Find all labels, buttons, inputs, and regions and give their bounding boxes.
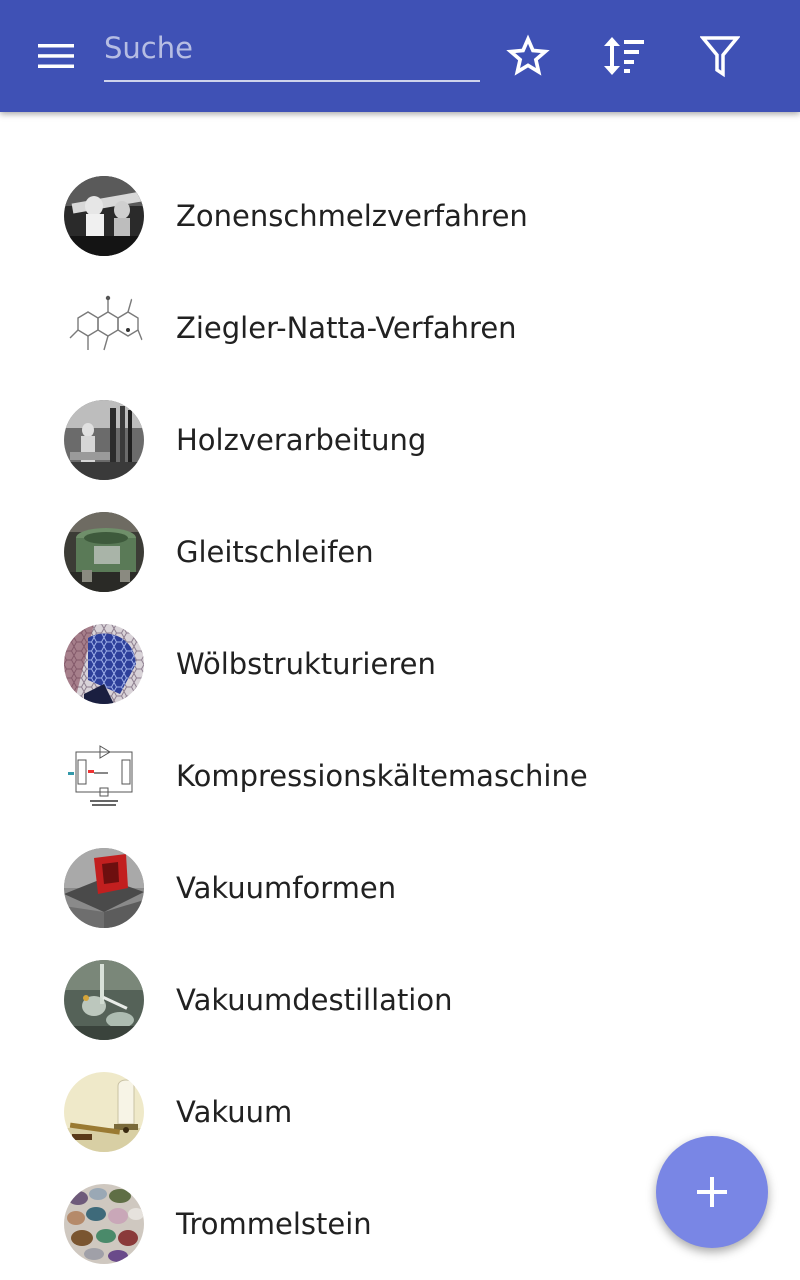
list-item-label: Zonenschmelzverfahren — [176, 199, 528, 233]
chemical-structure-thumbnail — [64, 288, 144, 368]
search-field[interactable] — [104, 24, 480, 82]
menu-icon — [38, 44, 74, 68]
list-item-label: Gleitschleifen — [176, 535, 374, 569]
menu-button[interactable] — [18, 22, 94, 90]
vault-structure-thumbnail — [64, 624, 144, 704]
list-item[interactable]: Kompressionskältemaschine — [0, 720, 800, 832]
list-item-label: Vakuumdestillation — [176, 983, 453, 1017]
vibratory-finishing-thumbnail — [64, 512, 144, 592]
filter-button[interactable] — [688, 24, 752, 88]
list-item-label: Holzverarbeitung — [176, 423, 427, 457]
vacuum-forming-thumbnail — [64, 848, 144, 928]
zone-melting-thumbnail — [64, 176, 144, 256]
app-screen: Zonenschmelzverfahren — [0, 0, 800, 1280]
vacuum-distillation-thumbnail — [64, 960, 144, 1040]
list-item-label: Vakuum — [176, 1095, 293, 1129]
filter-icon — [700, 36, 740, 78]
list-item-label: Ziegler-Natta-Verfahren — [176, 311, 517, 345]
list-item-label: Kompressionskältemaschine — [176, 759, 588, 793]
search-input[interactable] — [104, 24, 480, 72]
favorites-button[interactable] — [496, 24, 560, 88]
sort-icon — [604, 37, 644, 75]
list-item-label: Vakuumformen — [176, 871, 397, 905]
list-item[interactable]: Ziegler-Natta-Verfahren — [0, 272, 800, 384]
list-item-label: Wölbstrukturieren — [176, 647, 436, 681]
tumbled-stones-thumbnail — [64, 1184, 144, 1264]
procedure-list: Zonenschmelzverfahren Ziegler-Natta-Verf… — [0, 160, 800, 1280]
woodworking-thumbnail — [64, 400, 144, 480]
list-item[interactable]: Zonenschmelzverfahren — [0, 160, 800, 272]
list-item-label: Trommelstein — [176, 1207, 372, 1241]
refrigeration-diagram-thumbnail — [64, 736, 144, 816]
list-item[interactable]: Holzverarbeitung — [0, 384, 800, 496]
list-item[interactable]: Vakuumdestillation — [0, 944, 800, 1056]
add-button[interactable] — [656, 1136, 768, 1248]
list-item[interactable]: Wölbstrukturieren — [0, 608, 800, 720]
star-icon — [506, 34, 550, 76]
app-bar — [0, 0, 800, 112]
sort-button[interactable] — [592, 24, 656, 88]
plus-icon — [697, 1177, 727, 1207]
list-item[interactable]: Gleitschleifen — [0, 496, 800, 608]
vacuum-thumbnail — [64, 1072, 144, 1152]
list-item[interactable]: Vakuumformen — [0, 832, 800, 944]
